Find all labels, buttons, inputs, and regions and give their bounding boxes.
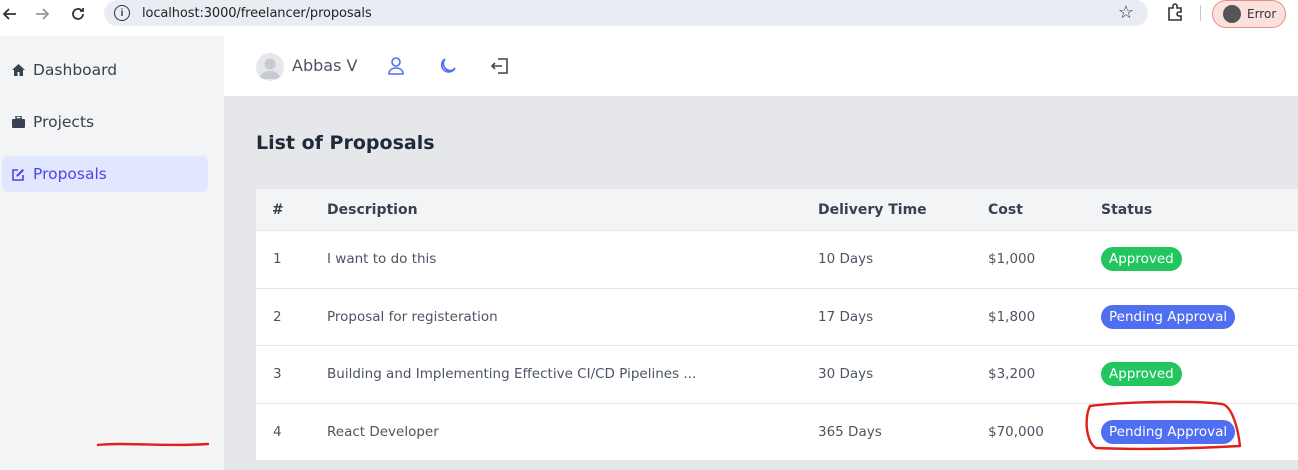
status-badge: Pending Approval: [1101, 304, 1236, 329]
moon-icon[interactable]: [438, 56, 458, 76]
row-delivery-time: 10 Days: [818, 251, 874, 267]
table-row[interactable]: 2 Proposal for registeration 17 Days $1,…: [256, 288, 1298, 346]
row-cost: $70,000: [988, 423, 1044, 440]
sidebar-item-proposals[interactable]: Proposals: [2, 156, 208, 192]
sidebar-item-dashboard[interactable]: Dashboard: [2, 52, 208, 88]
reload-icon[interactable]: [68, 4, 88, 24]
browser-toolbar: i localhost:3000/freelancer/proposals ☆ …: [0, 0, 1298, 36]
row-cost: $1,800: [988, 308, 1036, 325]
row-number: 4: [273, 423, 282, 440]
column-header-number: #: [272, 202, 284, 218]
extensions-icon[interactable]: [1165, 2, 1185, 22]
annotation-underline: [96, 442, 210, 447]
row-delivery-time: 30 Days: [818, 366, 874, 382]
profile-button[interactable]: Error: [1212, 0, 1286, 28]
top-header: Abbas V: [224, 36, 1298, 96]
annotation-circle: [1085, 400, 1242, 451]
row-cost: $1,000: [988, 251, 1036, 267]
sidebar-item-label: Projects: [33, 113, 95, 131]
row-description: Proposal for registeration: [327, 308, 498, 325]
bookmark-star-icon[interactable]: ☆: [1118, 2, 1134, 23]
row-delivery-time: 365 Days: [818, 423, 882, 440]
site-info-icon[interactable]: i: [114, 5, 130, 21]
row-description: Building and Implementing Effective CI/C…: [327, 366, 697, 382]
row-description: I want to do this: [327, 251, 437, 267]
sidebar-item-label: Dashboard: [33, 61, 118, 79]
edit-icon: [11, 168, 25, 181]
row-cost: $3,200: [988, 366, 1036, 382]
column-header-cost: Cost: [988, 202, 1023, 218]
home-icon: [11, 64, 25, 76]
toolbar-separator: [1200, 5, 1201, 21]
profile-avatar: [1223, 5, 1241, 23]
status-badge: Approved: [1101, 247, 1182, 271]
address-bar[interactable]: i localhost:3000/freelancer/proposals ☆: [104, 0, 1148, 26]
user-icon[interactable]: [386, 56, 406, 76]
sidebar: Dashboard Projects Proposals: [0, 36, 224, 470]
column-header-description: Description: [327, 202, 418, 218]
avatar[interactable]: [256, 53, 284, 81]
row-number: 2: [273, 308, 282, 325]
table-row[interactable]: 3 Building and Implementing Effective CI…: [256, 346, 1298, 404]
page-title: List of Proposals: [256, 132, 435, 154]
row-number: 1: [273, 251, 282, 267]
row-description: React Developer: [327, 423, 439, 440]
column-header-status: Status: [1101, 202, 1153, 218]
row-delivery-time: 17 Days: [818, 308, 874, 325]
status-badge: Approved: [1101, 362, 1182, 386]
forward-icon[interactable]: [32, 4, 52, 24]
sidebar-item-label: Proposals: [33, 165, 107, 183]
url-text: localhost:3000/freelancer/proposals: [142, 5, 372, 21]
briefcase-icon: [11, 116, 25, 128]
table-header: # Description Delivery Time Cost Status: [256, 189, 1298, 231]
column-header-delivery-time: Delivery Time: [818, 202, 927, 218]
back-icon[interactable]: [0, 4, 20, 24]
table-row[interactable]: 1 I want to do this 10 Days $1,000 Appro…: [256, 231, 1298, 289]
logout-icon[interactable]: [490, 56, 510, 76]
sidebar-item-projects[interactable]: Projects: [2, 104, 208, 140]
profile-status-label: Error: [1247, 7, 1277, 21]
user-name[interactable]: Abbas V: [292, 56, 357, 75]
row-number: 3: [273, 366, 282, 382]
